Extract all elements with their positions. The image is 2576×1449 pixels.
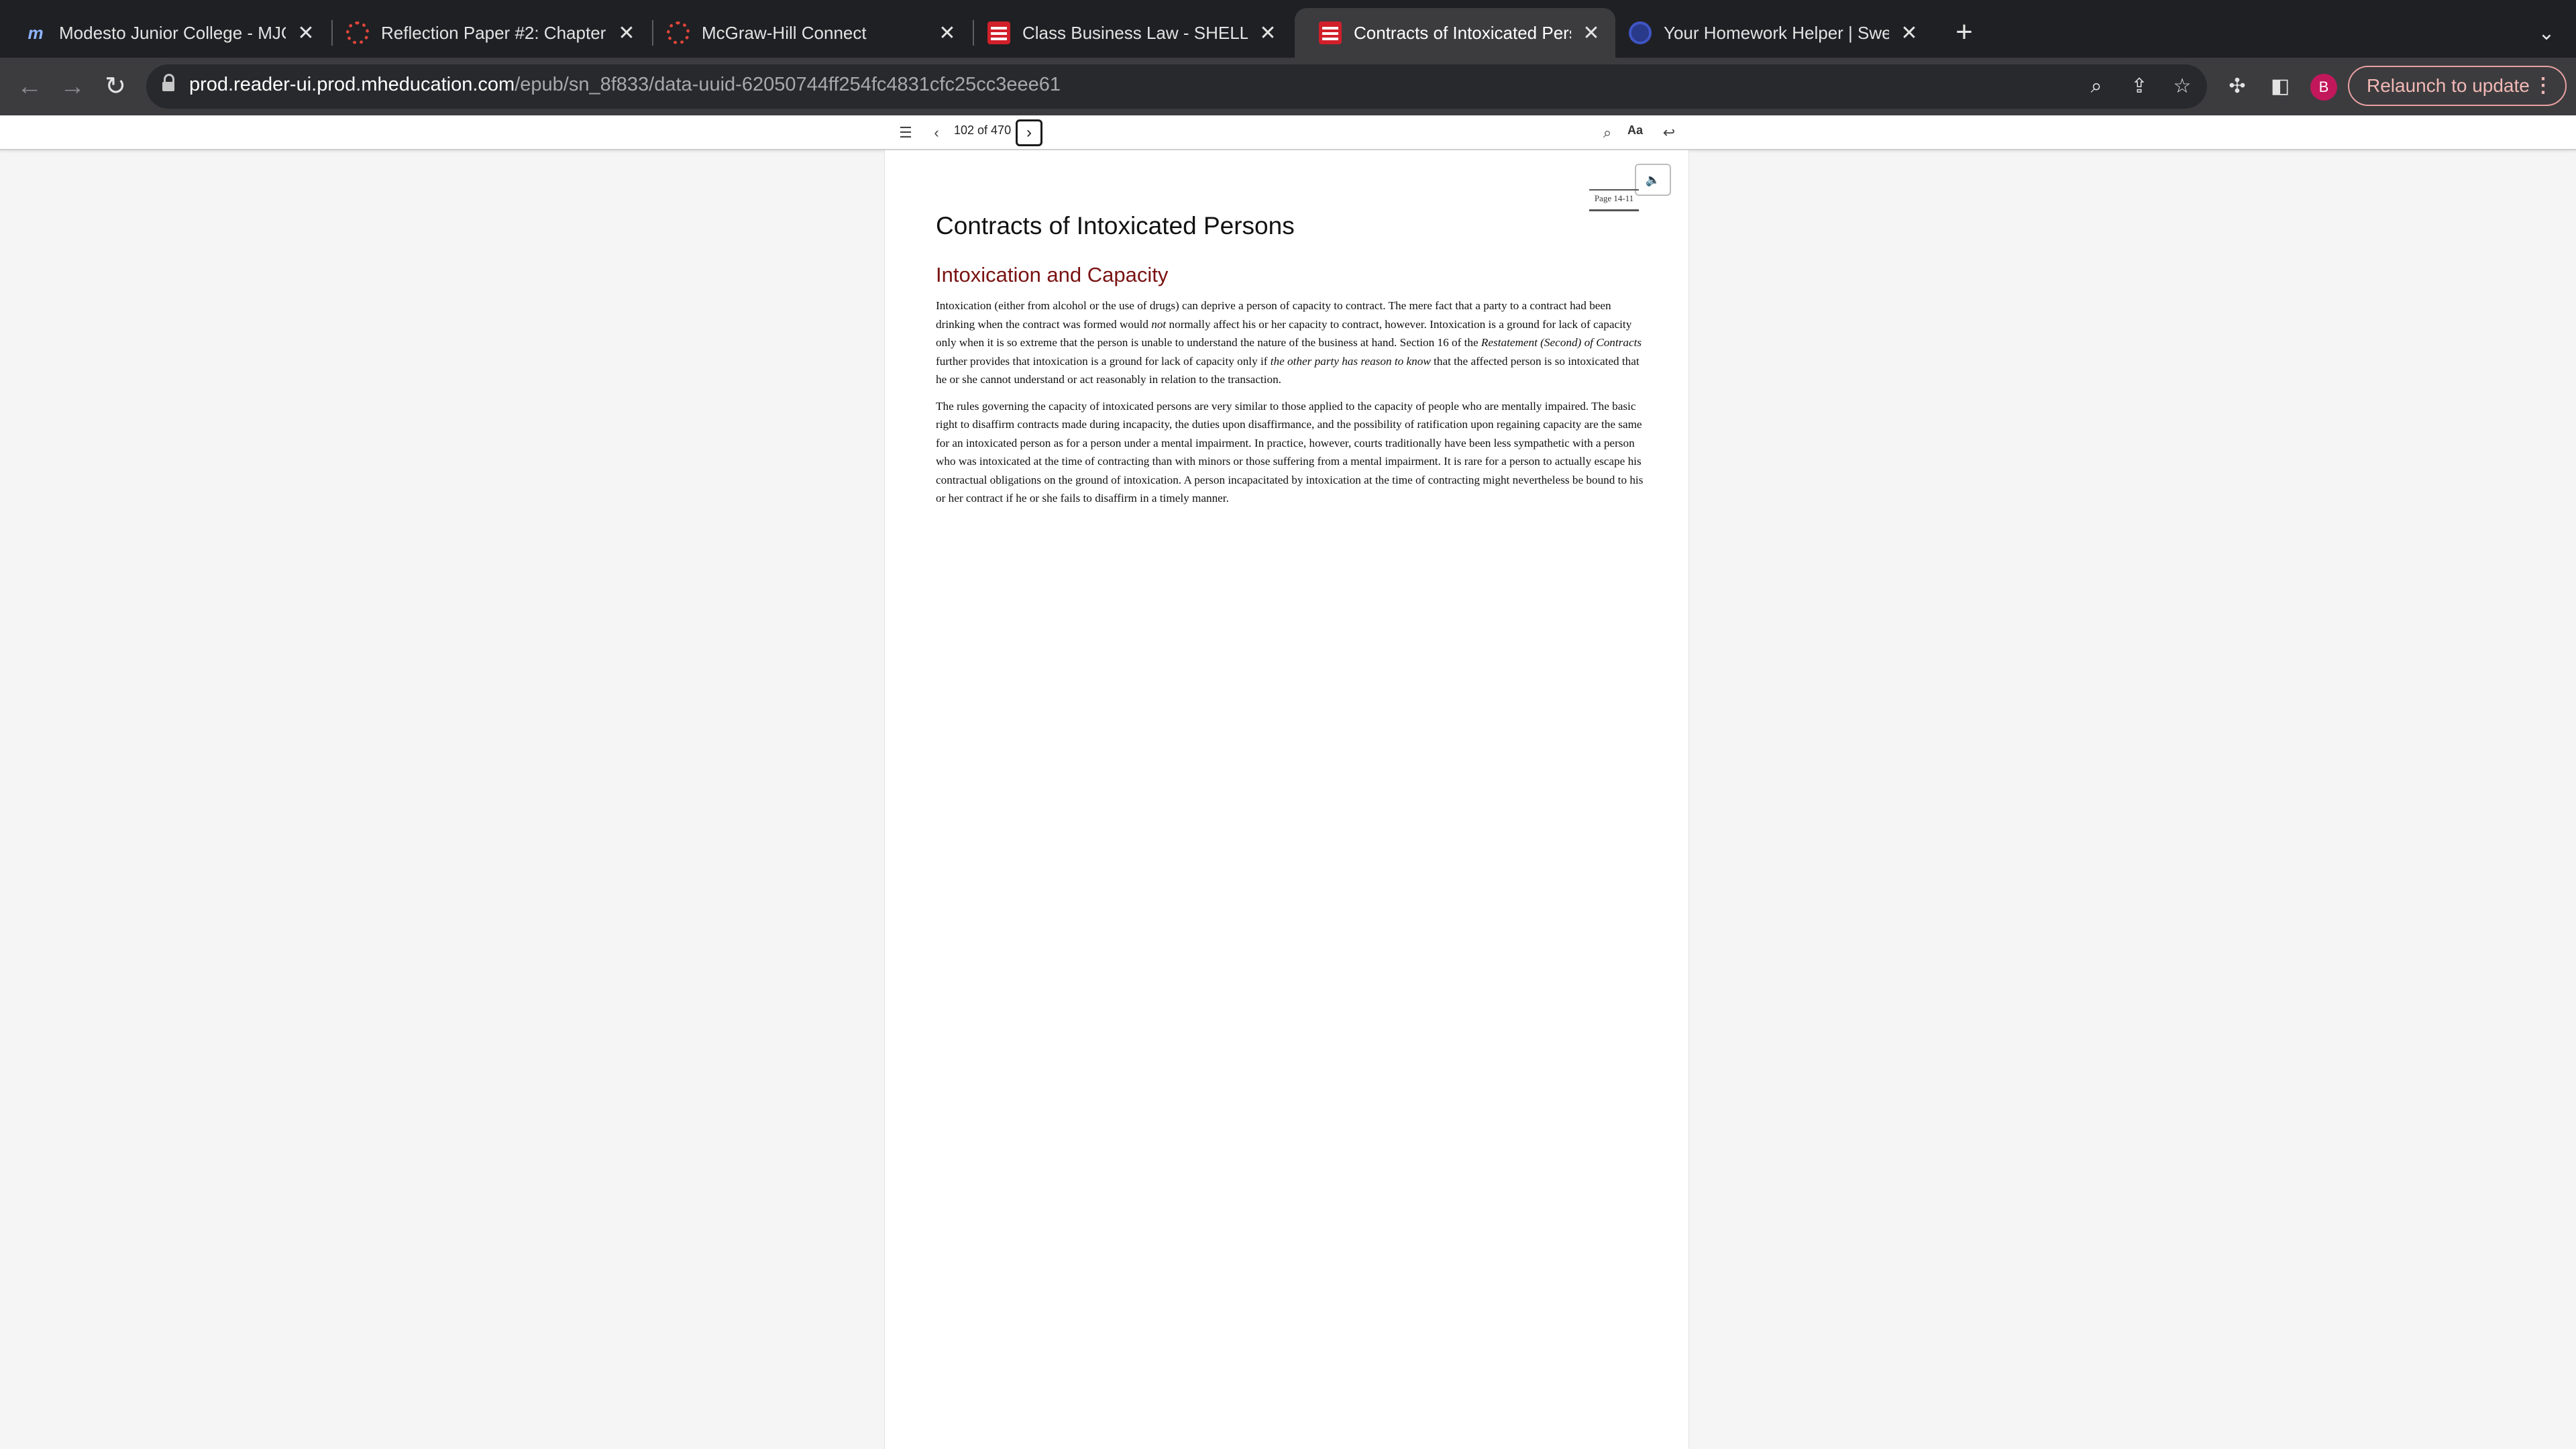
reader-toolbar: ☰ ‹ 102 of 470 › ⌕ Aa ↩ — [0, 115, 2576, 150]
relaunch-label: Relaunch to update — [2367, 75, 2530, 96]
kebab-menu-icon[interactable]: ⋮ — [2533, 74, 2553, 97]
table-of-contents-icon[interactable]: ☰ — [894, 121, 918, 145]
mcgraw-hill-icon — [987, 21, 1010, 44]
url-text[interactable]: prod.reader-ui.prod.mheducation.com/epub… — [189, 74, 1061, 96]
close-icon[interactable]: ✕ — [1896, 19, 1923, 46]
page-content: Contracts of Intoxicated Persons Intoxic… — [936, 212, 1647, 516]
tab-strip: m Modesto Junior College - MJC ✕ Reflect… — [0, 0, 2576, 58]
close-icon[interactable]: ✕ — [292, 19, 319, 46]
lock-icon[interactable] — [162, 74, 174, 94]
tab-search-chevron-icon[interactable]: ⌄ — [2533, 20, 2560, 47]
mjc-logo-icon: m — [24, 21, 47, 44]
paragraph-1: Intoxication (either from alcohol or the… — [936, 297, 1647, 389]
tab-reflection-paper[interactable]: Reflection Paper #2: Chapters ✕ — [322, 8, 651, 58]
tab-mcgraw-hill-connect[interactable]: McGraw-Hill Connect ✕ — [643, 8, 971, 58]
tab-title: Your Homework Helper | Swee — [1664, 22, 1889, 43]
close-icon[interactable]: ✕ — [613, 19, 640, 46]
tab-modesto-junior-college[interactable]: m Modesto Junior College - MJC ✕ — [0, 8, 330, 58]
font-settings-button[interactable]: Aa — [1627, 123, 1643, 138]
new-tab-plus-icon[interactable]: + — [1949, 17, 1979, 48]
tab-title: Modesto Junior College - MJC — [59, 22, 286, 43]
chapter-title: Contracts of Intoxicated Persons — [936, 212, 1295, 239]
address-bar[interactable]: prod.reader-ui.prod.mheducation.com/epub… — [146, 64, 2207, 109]
share-icon[interactable]: ⇪ — [2127, 74, 2152, 99]
mcgraw-hill-icon — [1319, 21, 1342, 44]
audio-speaker-icon[interactable]: 🔈 — [1635, 164, 1671, 196]
tab-class-business-law[interactable]: Class Business Law - SHELLEY ✕ — [963, 8, 1292, 58]
page-marker-label: Page 14-11 — [1594, 193, 1634, 203]
url-path: /epub/sn_8f833/data-uuid-62050744ff254fc… — [515, 74, 1061, 95]
restatement-title: Restatement (Second) of Contracts — [1481, 336, 1642, 349]
browser-toolbar: ← → ↻ prod.reader-ui.prod.mheducation.co… — [0, 58, 2576, 115]
paragraph-text: further provides that intoxication is a … — [936, 354, 1271, 368]
forward-arrow-icon[interactable]: → — [56, 71, 89, 103]
page-marker-rule — [1589, 209, 1639, 211]
previous-page-chevron-icon[interactable]: ‹ — [924, 121, 949, 145]
side-panel-icon[interactable]: ◧ — [2266, 72, 2294, 101]
zoom-magnifier-icon[interactable]: ⌕ — [2084, 74, 2109, 99]
tab-title: McGraw-Hill Connect — [702, 22, 867, 43]
extensions-puzzle-icon[interactable]: ✣ — [2223, 72, 2251, 101]
profile-avatar[interactable]: B — [2310, 74, 2337, 101]
close-icon[interactable]: ✕ — [1254, 19, 1281, 46]
search-icon[interactable]: ⌕ — [1595, 121, 1619, 145]
back-arrow-icon[interactable]: ← — [13, 71, 46, 103]
paragraph-2: The rules governing the capacity of into… — [936, 399, 1644, 505]
tab-title: Contracts of Intoxicated Perso — [1354, 22, 1571, 43]
emphasis-reason-to-know: the other party has reason to know — [1270, 354, 1431, 368]
emphasis-not: not — [1151, 317, 1167, 331]
page-marker-rule — [1589, 189, 1639, 191]
reader-page: 🔈 Page 14-11 Contracts of Intoxicated Pe… — [884, 150, 1689, 1449]
canvas-icon — [346, 21, 369, 44]
tab-your-homework-helper[interactable]: Your Homework Helper | Swee ✕ — [1605, 8, 1933, 58]
page-marker: Page 14-11 — [1589, 189, 1639, 211]
close-icon[interactable]: ✕ — [1578, 19, 1605, 46]
url-host: prod.reader-ui.prod.mheducation.com — [189, 74, 515, 95]
back-return-arrow-icon[interactable]: ↩ — [1657, 121, 1681, 145]
reload-icon[interactable]: ↻ — [99, 71, 131, 103]
relaunch-button[interactable]: Relaunch to update ⋮ — [2348, 66, 2567, 106]
close-icon[interactable]: ✕ — [934, 19, 961, 46]
canvas-icon — [667, 21, 690, 44]
sweet-icon — [1629, 21, 1652, 44]
section-title: Intoxication and Capacity — [936, 263, 1169, 286]
tab-contracts-of-intoxicated-persons[interactable]: Contracts of Intoxicated Perso ✕ — [1295, 8, 1615, 58]
tab-title: Reflection Paper #2: Chapters — [381, 22, 606, 43]
next-page-chevron-icon[interactable]: › — [1016, 119, 1042, 146]
bookmark-star-icon[interactable]: ☆ — [2169, 74, 2195, 99]
tab-title: Class Business Law - SHELLEY — [1022, 22, 1248, 43]
page-count: 102 of 470 — [954, 123, 1012, 137]
